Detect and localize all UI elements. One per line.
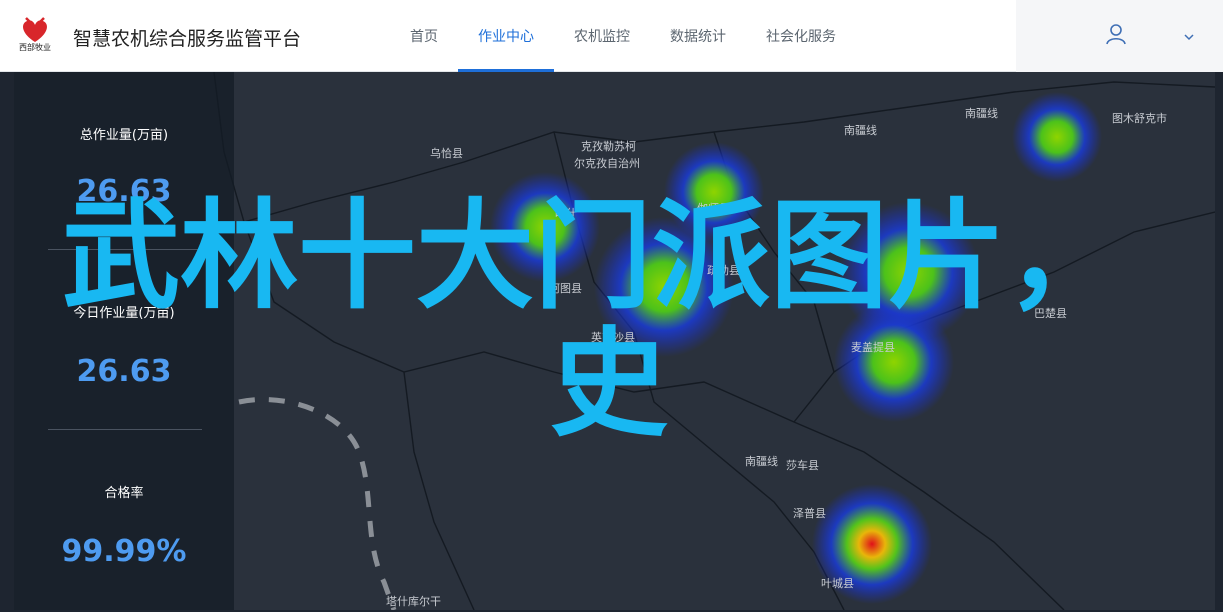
nav-social-service[interactable]: 社会化服务: [746, 0, 856, 72]
map-label: 叶城县: [821, 577, 854, 590]
top-bar: 西部牧业 智慧农机综合服务监管平台 首页 作业中心 农机监控 数据统计 社会化服…: [0, 0, 1223, 72]
map-label: 图木舒克市: [1112, 112, 1167, 125]
map-label: 泽普县: [793, 507, 826, 520]
app-title: 智慧农机综合服务监管平台: [73, 28, 302, 50]
overlay-title-line2: 史: [550, 315, 669, 453]
stat-label-total-work: 总作业量(万亩): [79, 128, 169, 143]
map-label: 塔什库尔干: [386, 595, 441, 608]
stat-value-today-work: 26.63: [76, 354, 172, 389]
stats-panel: 总作业量(万亩) 26.63 今日作业量(万亩) 26.63 合格率 99.99…: [14, 72, 234, 610]
map-label: 尔克孜自治州: [574, 157, 640, 170]
nav-home[interactable]: 首页: [390, 0, 458, 72]
user-menu[interactable]: [1016, 0, 1223, 72]
map-label: 莎车县: [786, 459, 819, 472]
map-label: 南疆线: [844, 124, 877, 137]
stat-label-pass-rate: 合格率: [104, 486, 144, 501]
nav-machine-monitor[interactable]: 农机监控: [554, 0, 650, 72]
map-label: 麦盖提县: [851, 341, 895, 354]
nav-work-center[interactable]: 作业中心: [458, 0, 554, 72]
stat-divider: [48, 429, 202, 430]
user-icon[interactable]: [1104, 22, 1128, 46]
map-label: 南疆线: [745, 455, 778, 468]
map-label: 南疆线: [965, 107, 998, 120]
map-label: 克孜勒苏柯: [581, 140, 636, 153]
chevron-down-icon[interactable]: [1182, 30, 1196, 44]
stat-value-pass-rate: 99.99%: [61, 534, 187, 569]
overlay-title-line1: 武林十大门派图片，: [62, 187, 1125, 325]
logo-text: 西部牧业: [19, 43, 51, 52]
nav-data-stats[interactable]: 数据统计: [650, 0, 746, 72]
map-label: 乌恰县: [430, 147, 463, 160]
main-nav: 首页 作业中心 农机监控 数据统计 社会化服务: [390, 0, 856, 72]
